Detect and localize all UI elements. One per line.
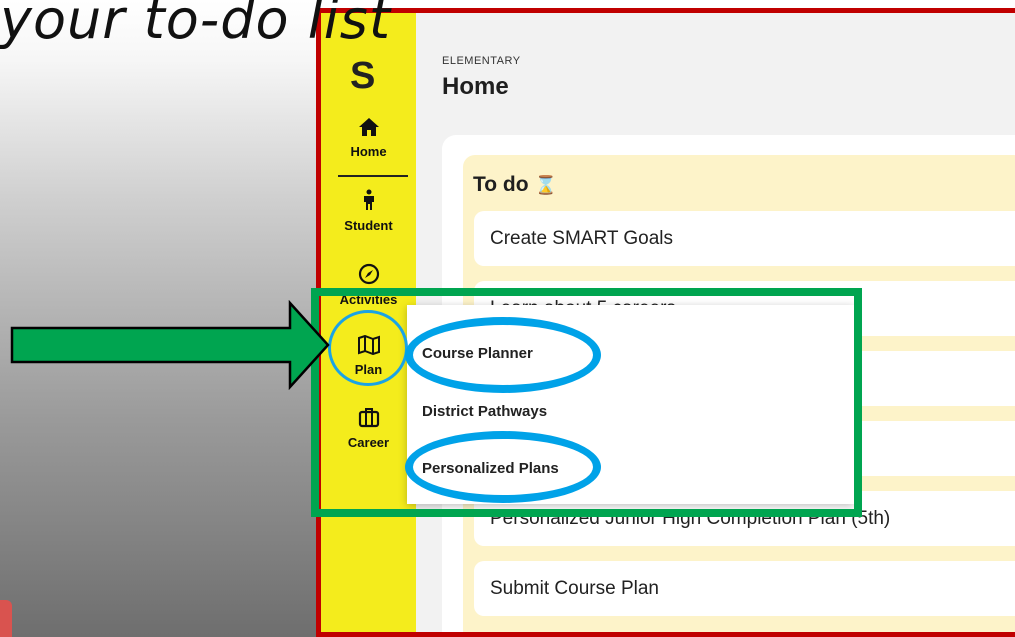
page-title: Home	[442, 73, 509, 100]
sidebar-item-student[interactable]: Student	[321, 189, 416, 233]
home-icon	[321, 117, 416, 141]
sidebar-item-home[interactable]: Home	[321, 117, 416, 159]
course-planner-highlight	[405, 317, 601, 393]
todo-item[interactable]: Submit Course Plan	[474, 561, 1015, 616]
student-icon	[321, 189, 416, 215]
compass-icon	[321, 263, 416, 289]
todo-item[interactable]: Create SMART Goals	[474, 211, 1015, 266]
active-indicator	[338, 175, 408, 177]
plan-highlight-circle	[328, 310, 408, 386]
todo-title: To do ⌛	[473, 173, 557, 197]
todo-title-text: To do	[473, 173, 529, 196]
caption-text: your to-do list	[0, 0, 392, 51]
background-mark	[0, 600, 12, 637]
hourglass-icon: ⌛	[534, 175, 557, 195]
app-logo[interactable]: S	[350, 57, 375, 95]
page-eyebrow: ELEMENTARY	[442, 55, 521, 67]
arrow-right-icon	[10, 300, 330, 390]
personalized-plans-highlight	[405, 431, 601, 503]
sidebar-item-label: Student	[344, 218, 393, 233]
sidebar-item-label: Home	[350, 144, 387, 159]
